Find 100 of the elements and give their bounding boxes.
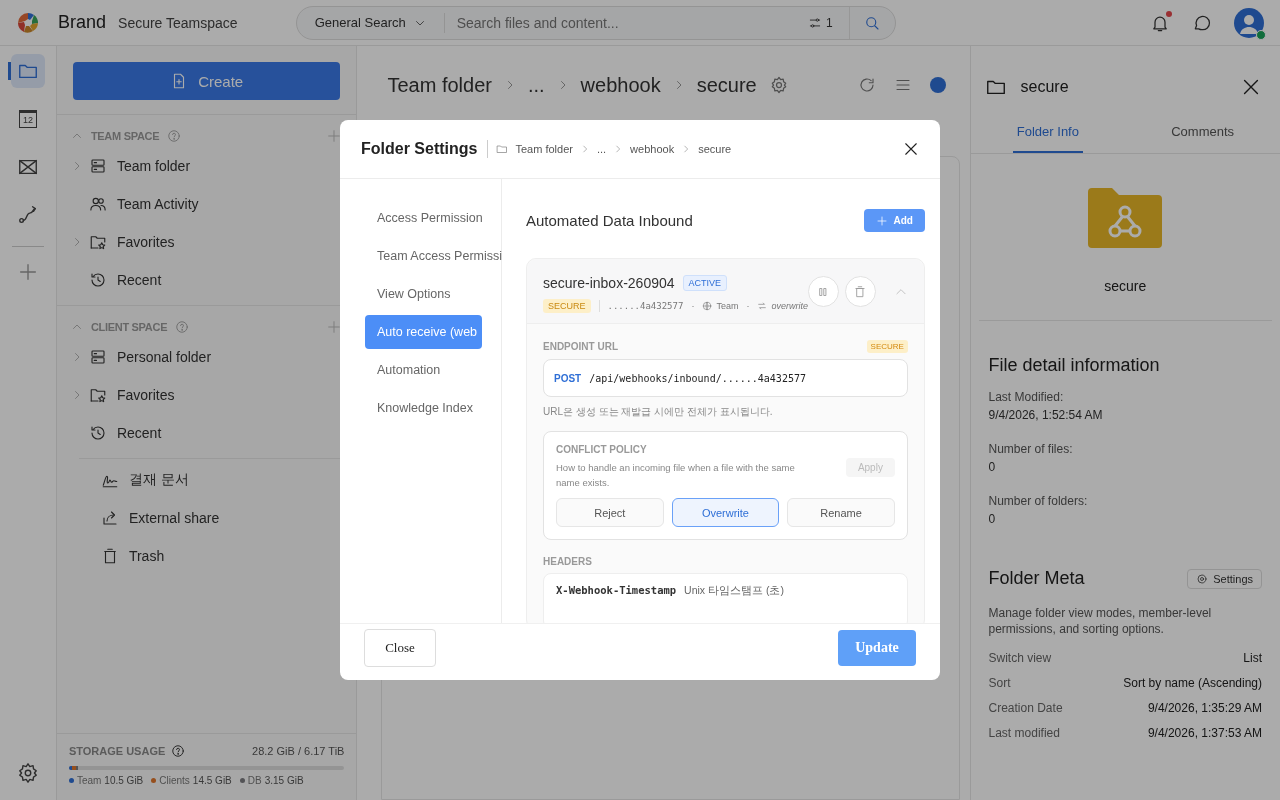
- brand-name: Brand: [58, 12, 107, 33]
- avatar[interactable]: [1234, 7, 1264, 38]
- detail-value: 0: [988, 460, 997, 474]
- legend-label: Team: [76, 775, 102, 786]
- settings-nav-item[interactable]: View Options: [365, 277, 456, 311]
- drive-icon: [88, 348, 107, 366]
- policy-option[interactable]: Reject: [556, 498, 664, 528]
- help-icon: [167, 129, 182, 143]
- breadcrumb-item[interactable]: Team folder: [515, 143, 573, 155]
- settings-button[interactable]: Settings: [1187, 568, 1262, 589]
- storage-title: STORAGE USAGE: [68, 745, 166, 757]
- notification-button[interactable]: [1150, 12, 1170, 33]
- history-icon: [88, 271, 107, 289]
- tab[interactable]: Comments: [1125, 120, 1280, 153]
- nav-item[interactable]: 결재 문서: [78, 461, 357, 499]
- calendar-icon: 12: [18, 110, 37, 128]
- online-dot: [1256, 29, 1266, 40]
- filter-button[interactable]: 1: [807, 15, 849, 30]
- nav-item[interactable]: Recent: [56, 261, 357, 299]
- endpoint-url-field[interactable]: POST /api/webhooks/inbound/......4a432577: [543, 359, 908, 397]
- delete-button[interactable]: [844, 276, 876, 307]
- nav-item[interactable]: Recent: [56, 414, 357, 452]
- breadcrumb-item[interactable]: webhook: [580, 73, 661, 97]
- legend-label: DB: [247, 775, 262, 786]
- star-folder-icon: [88, 233, 107, 251]
- meta-label: Sort: [988, 676, 1011, 693]
- policy-option[interactable]: Rename: [787, 498, 895, 528]
- secure-tag: SECURE: [543, 299, 591, 313]
- section-title: CLIENT SPACE: [90, 321, 168, 333]
- webhook-folder-icon: [1088, 188, 1163, 248]
- refresh-icon: [857, 76, 876, 94]
- separator-dot: ·: [746, 301, 750, 311]
- close-button[interactable]: [902, 140, 920, 158]
- meta-value: 9/4/2026, 1:37:53 AM: [1147, 726, 1262, 743]
- rail-button[interactable]: 12: [10, 102, 45, 136]
- search-field[interactable]: Search files and content...: [444, 14, 808, 31]
- route-icon: [16, 204, 39, 226]
- sliders-icon: [807, 15, 822, 30]
- tab[interactable]: Folder Info: [970, 120, 1126, 153]
- storage-total: 28.2 GiB / 6.17 TiB: [252, 745, 345, 757]
- rail-button[interactable]: [10, 54, 45, 88]
- swap-icon: [757, 301, 768, 311]
- policy-description: How to handle an incoming file when a file with the same name exists.: [556, 461, 796, 490]
- people-icon: [88, 195, 107, 213]
- settings-nav-item[interactable]: Knowledge Index: [365, 391, 478, 425]
- settings-icon: [1196, 572, 1209, 585]
- inbox-name: secure-inbox-260904: [543, 275, 675, 291]
- breadcrumb-item[interactable]: webhook: [630, 143, 675, 155]
- url-note: URL은 생성 또는 재발급 시에만 전체가 표시됩니다.: [543, 405, 774, 419]
- meta-label: Switch view: [988, 651, 1052, 668]
- close-button[interactable]: Close: [364, 629, 436, 667]
- detail-value: 0: [988, 512, 997, 526]
- plus-icon: [326, 319, 343, 335]
- settings-nav-item[interactable]: Team Access Permissi: [365, 239, 508, 273]
- policy-option[interactable]: Overwrite: [671, 498, 780, 528]
- nav-item[interactable]: Favorites: [56, 376, 357, 414]
- search-scope-dropdown[interactable]: General Search: [296, 12, 445, 33]
- settings-nav-item[interactable]: Automation: [365, 353, 446, 387]
- detail-label: Number of folders:: [988, 494, 1089, 508]
- settings-nav-item[interactable]: Access Permission: [365, 201, 488, 235]
- section-title: Automated Data Inbound: [526, 212, 693, 229]
- globe-icon: [702, 301, 713, 311]
- meta-value: 9/4/2026, 1:35:29 AM: [1147, 701, 1262, 718]
- star-folder-icon: [88, 386, 107, 404]
- panel-title: secure: [1020, 78, 1069, 96]
- nav-item[interactable]: Personal folder: [56, 338, 357, 376]
- help-icon: [175, 320, 190, 334]
- nav-item[interactable]: Team Activity: [56, 185, 357, 223]
- settings-button[interactable]: [16, 762, 39, 784]
- drive-icon: [88, 157, 107, 175]
- status-badge: ACTIVE: [682, 275, 728, 291]
- detail-label: Last Modified:: [988, 390, 1065, 404]
- trash-icon: [853, 284, 868, 299]
- nav-item[interactable]: Team folder: [56, 147, 357, 185]
- field-label: HEADERS: [543, 556, 593, 568]
- separator-dot: ·: [691, 301, 695, 311]
- info-icon[interactable]: [929, 77, 946, 93]
- legend-label: Clients: [159, 775, 190, 786]
- workspace-name: Secure Teamspace: [118, 14, 238, 31]
- nav-item[interactable]: Favorites: [56, 223, 357, 261]
- legend-value: 3.15 GiB: [264, 775, 304, 786]
- section-heading: File detail information: [988, 355, 1161, 376]
- folder-name: secure: [1104, 278, 1147, 294]
- breadcrumb-item[interactable]: Team folder: [387, 73, 492, 97]
- header-name: X-Webhook-Timestamp: [556, 584, 677, 597]
- nav-item[interactable]: External share: [78, 499, 357, 537]
- section-heading: Folder Meta: [988, 568, 1085, 589]
- history-icon: [88, 424, 107, 442]
- search-bar[interactable]: General Search Search files and content... 1: [295, 5, 896, 40]
- share-icon: [100, 509, 119, 527]
- breadcrumb-item[interactable]: ...: [527, 73, 545, 97]
- section-title: TEAM SPACE: [90, 130, 160, 142]
- meta-description: Manage folder view modes, member-level permissions, and sorting options.: [988, 605, 1213, 638]
- token-text: ......4a432577: [607, 301, 684, 311]
- header-description: Unix 타임스탬프 (초): [684, 584, 784, 599]
- help-icon: [171, 744, 186, 758]
- breadcrumb-item[interactable]: ...: [596, 143, 607, 155]
- breadcrumb-item[interactable]: secure: [698, 143, 732, 155]
- secure-tag: SECURE: [866, 340, 908, 353]
- breadcrumb-item[interactable]: secure: [696, 73, 757, 97]
